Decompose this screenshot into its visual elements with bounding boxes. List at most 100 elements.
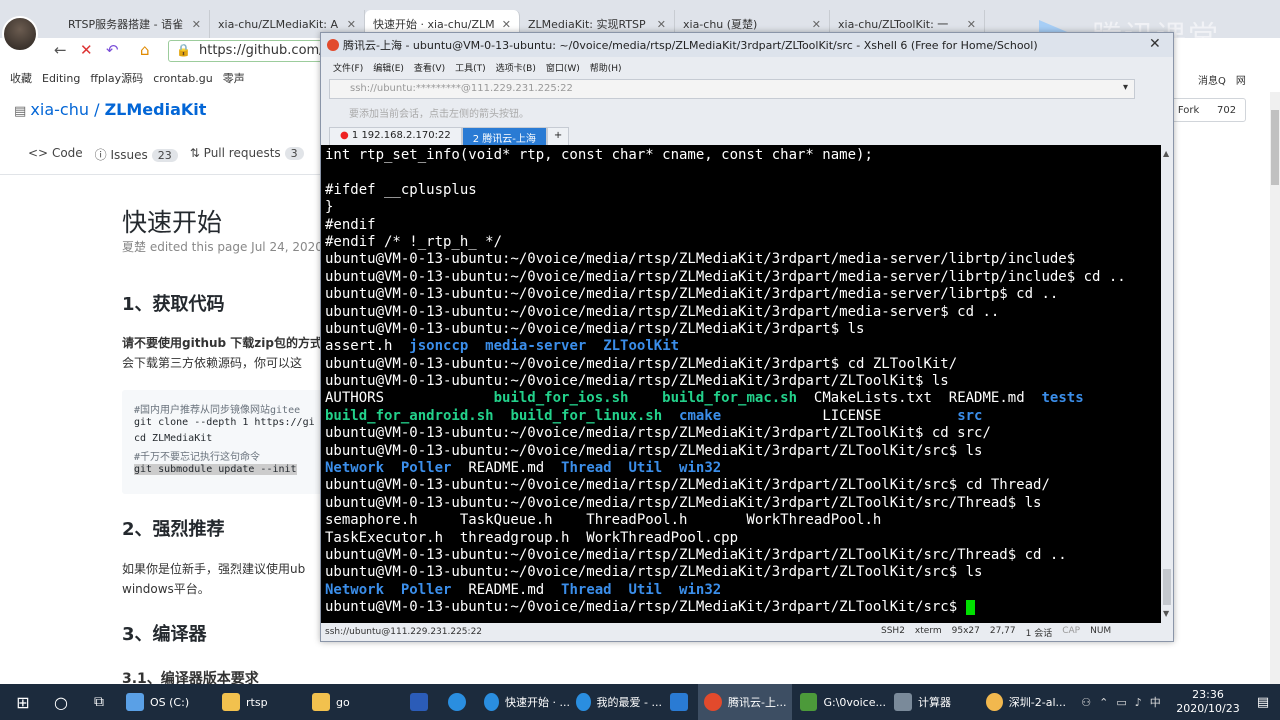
- taskbar-item[interactable]: 深圳-2-al...: [982, 684, 1066, 720]
- notification-icon[interactable]: ▤: [1250, 684, 1276, 720]
- code-icon: <>: [28, 146, 52, 160]
- system-clock[interactable]: 23:36 2020/10/23: [1170, 688, 1246, 716]
- secure-lock-icon: 🔒: [176, 43, 191, 57]
- ls-file: README.md: [948, 390, 1025, 406]
- taskbar-item[interactable]: [442, 684, 472, 720]
- pull-request-icon: ⇅: [189, 146, 204, 160]
- url-text: https://github.com/x: [199, 43, 332, 58]
- tab-pull-requests[interactable]: ⇅ Pull requests 3: [190, 146, 304, 163]
- ls-dir: src: [957, 408, 983, 424]
- taskbar-item[interactable]: [664, 684, 694, 720]
- tab-label: xia-chu/ZLMediaKit: A: [218, 17, 338, 31]
- xshell-logo-icon: [327, 39, 339, 51]
- code-line-selected: git submodule update --init: [134, 464, 297, 475]
- taskbar-item[interactable]: 我的最爱 - ...: [572, 684, 662, 720]
- close-icon[interactable]: ✕: [347, 18, 356, 31]
- tab-code[interactable]: <> Code: [28, 146, 83, 163]
- edited-info: 夏楚 edited this page Jul 24, 2020 · 17: [122, 240, 350, 254]
- terminal-line: Network Poller README.md Thread Util win…: [325, 460, 721, 477]
- code-line: #国内用户推荐从同步镜像网站gitee: [134, 405, 301, 416]
- ls-file: LICENSE: [822, 408, 882, 424]
- windows-start-icon[interactable]: ⊞: [8, 684, 38, 720]
- taskbar-label: OS (C:): [150, 695, 190, 709]
- dropdown-arrow-icon[interactable]: ▾: [1123, 82, 1128, 93]
- session-address-input[interactable]: ssh://ubuntu:*********@111.229.231.225:2…: [329, 79, 1135, 99]
- tray-arrow-icon[interactable]: ⌃: [1099, 696, 1108, 709]
- menu-view[interactable]: 查看(V): [414, 61, 445, 74]
- bookmark-item[interactable]: 网: [1236, 72, 1246, 87]
- bookmark-item[interactable]: Editing: [42, 72, 80, 85]
- tab-code-label: Code: [51, 146, 83, 160]
- fork-button[interactable]: Fork 702: [1168, 98, 1246, 122]
- drive-icon: [126, 693, 144, 711]
- bookmark-item[interactable]: crontab.gu: [153, 72, 213, 85]
- back-icon[interactable]: ←: [54, 41, 67, 59]
- code-line: #千万不要忘记执行这句命令: [134, 452, 261, 463]
- bookmark-item[interactable]: ffplay源码: [90, 70, 143, 86]
- bookmark-item[interactable]: 零声: [223, 70, 245, 86]
- fork-count: 702: [1217, 104, 1237, 116]
- close-icon[interactable]: ✕: [192, 18, 201, 31]
- xshell-window: 腾讯云-上海 - ubuntu@VM-0-13-ubuntu: ~/0voice…: [320, 32, 1174, 642]
- search-icon[interactable]: ○: [48, 684, 74, 720]
- scroll-up-arrow-icon[interactable]: ▲: [1163, 149, 1169, 158]
- taskbar-item[interactable]: rtsp: [222, 684, 308, 720]
- repo-heading: ▤ xia-chu / ZLMediaKit: [14, 100, 207, 119]
- terminal-scrollbar[interactable]: ▲ ▼: [1161, 145, 1173, 623]
- page-scrollbar-thumb[interactable]: [1271, 110, 1279, 185]
- menu-tabs[interactable]: 选项卡(B): [496, 61, 536, 74]
- close-icon[interactable]: ✕: [657, 18, 666, 31]
- taskbar-item[interactable]: OS (C:): [126, 684, 216, 720]
- session-tab-label: 1 192.168.2.170:22: [351, 130, 451, 141]
- scroll-down-arrow-icon[interactable]: ▼: [1163, 609, 1169, 618]
- session-tab[interactable]: ● 1 192.168.2.170:22: [329, 127, 462, 145]
- close-icon[interactable]: ✕: [812, 18, 821, 31]
- menu-edit[interactable]: 编辑(E): [373, 61, 404, 74]
- session-tab-active[interactable]: 2 腾讯云-上海: [461, 127, 547, 145]
- calculator-icon: [894, 693, 912, 711]
- menu-file[interactable]: 文件(F): [333, 61, 363, 74]
- taskbar-item[interactable]: go: [312, 684, 398, 720]
- ls-exe: build_for_mac.sh: [662, 390, 798, 406]
- terminal-line: ubuntu@VM-0-13-ubuntu:~/0voice/media/rts…: [325, 304, 1000, 320]
- taskbar-item[interactable]: 快速开始 · ...: [478, 684, 570, 720]
- close-icon[interactable]: ✕: [502, 18, 511, 31]
- menu-help[interactable]: 帮助(H): [590, 61, 622, 74]
- task-view-icon[interactable]: ⧉: [86, 684, 112, 720]
- taskbar-item[interactable]: [404, 684, 434, 720]
- repo-owner-link[interactable]: xia-chu: [30, 100, 89, 119]
- ls-dir: Thread: [561, 460, 612, 476]
- issues-icon: ⓘ: [94, 148, 111, 162]
- taskbar-item[interactable]: G:\0voice...: [796, 684, 886, 720]
- ls-dir: cmake: [679, 408, 722, 424]
- new-tab-button[interactable]: +: [546, 127, 570, 145]
- xshell-titlebar[interactable]: 腾讯云-上海 - ubuntu@VM-0-13-ubuntu: ~/0voice…: [321, 33, 1173, 57]
- repo-nav: <> Code ⓘ Issues 23 ⇅ Pull requests 3: [28, 146, 304, 163]
- terminal-line: ubuntu@VM-0-13-ubuntu:~/0voice/media/rts…: [325, 373, 949, 389]
- bookmark-item[interactable]: 消息Q: [1198, 72, 1226, 87]
- stop-icon[interactable]: ✕: [80, 41, 93, 59]
- taskbar-item-active[interactable]: 腾讯云-上...: [698, 684, 792, 720]
- menu-window[interactable]: 窗口(W): [546, 61, 580, 74]
- close-window-icon[interactable]: ✕: [1149, 36, 1161, 52]
- xshell-statusbar: ssh://ubuntu@111.229.231.225:22 SSH2 xte…: [321, 623, 1173, 641]
- xshell-menubar: 文件(F) 编辑(E) 查看(V) 工具(T) 选项卡(B) 窗口(W) 帮助(…: [321, 57, 1173, 77]
- browser-tab[interactable]: RTSP服务器搭建 - 语雀 ✕: [60, 10, 210, 38]
- ime-icon[interactable]: 中: [1150, 694, 1161, 710]
- url-input[interactable]: https://github.com/x: [168, 40, 332, 62]
- terminal-output[interactable]: int rtp_set_info(void* rtp, const char* …: [321, 145, 1161, 623]
- taskbar-item[interactable]: 计算器: [890, 684, 976, 720]
- bookmark-item[interactable]: 收藏: [10, 70, 32, 86]
- tab-issues[interactable]: ⓘ Issues 23: [95, 146, 178, 163]
- home-icon[interactable]: ⌂: [140, 41, 150, 59]
- terminal-scrollbar-thumb[interactable]: [1163, 569, 1171, 605]
- volume-icon[interactable]: ♪: [1135, 696, 1142, 709]
- user-avatar[interactable]: [2, 16, 38, 52]
- network-icon[interactable]: ▭: [1116, 696, 1126, 709]
- people-icon[interactable]: ⚇: [1081, 696, 1091, 709]
- terminal-line: TaskExecutor.h threadgroup.h WorkThreadP…: [325, 530, 739, 546]
- menu-tools[interactable]: 工具(T): [455, 61, 486, 74]
- repo-name-link[interactable]: ZLMediaKit: [105, 100, 207, 119]
- undo-icon[interactable]: ↶: [106, 41, 119, 59]
- close-icon[interactable]: ✕: [967, 18, 976, 31]
